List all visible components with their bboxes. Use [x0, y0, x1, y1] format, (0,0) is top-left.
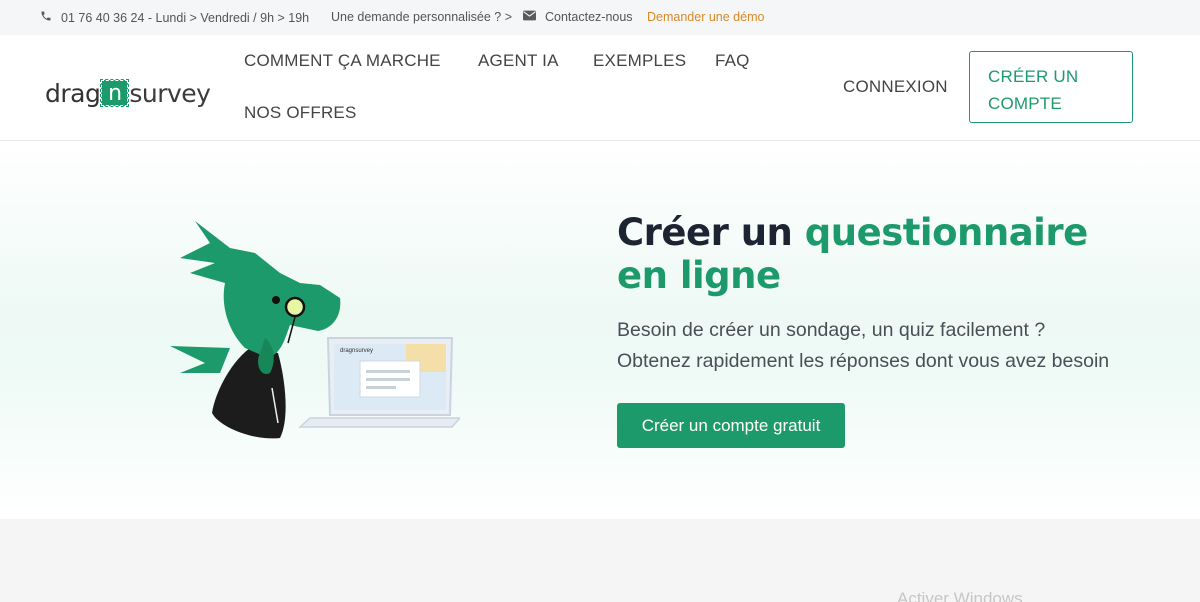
windows-activation-watermark: Activer Windows	[897, 589, 1023, 602]
nav-nos-offres[interactable]: NOS OFFRES	[244, 103, 357, 123]
phone-icon	[40, 10, 52, 25]
login-link[interactable]: CONNEXION	[843, 77, 948, 97]
nav-agent-ia[interactable]: AGENT IA	[478, 51, 559, 71]
hero-section: dragnsurvey Créer un questionnaire en li…	[0, 141, 1200, 519]
hero-subtitle-line-1: Besoin de créer un sondage, un quiz faci…	[617, 319, 1046, 341]
create-free-account-button[interactable]: Créer un compte gratuit	[617, 403, 845, 448]
envelope-icon	[523, 10, 536, 24]
dragon-laptop-illustration: dragnsurvey	[170, 221, 460, 439]
top-info-bar: 01 76 40 36 24 - Lundi > Vendredi / 9h >…	[0, 0, 1200, 35]
nav-faq[interactable]: FAQ	[715, 51, 750, 71]
main-header: drag n survey COMMENT ÇA MARCHE AGENT IA E…	[0, 35, 1200, 141]
dragon-illustration	[170, 221, 341, 439]
hero-title: Créer un questionnaire en ligne	[617, 211, 1088, 297]
laptop-illustration: dragnsurvey	[298, 337, 460, 428]
dragnsurvey-logo[interactable]: drag n survey	[45, 68, 211, 108]
hero-subtitle-line-2: Obtenez rapidement les réponses dont vou…	[617, 350, 1110, 372]
create-account-button[interactable]: CRÉER UN COMPTE	[969, 51, 1133, 123]
contact-link[interactable]: Contactez-nous	[523, 10, 633, 24]
phone-hours-text: 01 76 40 36 24 - Lundi > Vendredi / 9h >…	[61, 10, 310, 25]
phone-info[interactable]: 01 76 40 36 24 - Lundi > Vendredi / 9h >…	[40, 10, 309, 25]
custom-request-link[interactable]: Une demande personnalisée ? >	[331, 10, 512, 24]
request-demo-link[interactable]: Demander une démo	[647, 10, 764, 24]
nav-comment-ca-marche[interactable]: COMMENT ÇA MARCHE	[244, 51, 441, 71]
svg-text:dragnsurvey: dragnsurvey	[340, 348, 373, 354]
nav-exemples[interactable]: EXEMPLES	[593, 51, 686, 71]
next-section: Activer Windows	[0, 519, 1200, 602]
